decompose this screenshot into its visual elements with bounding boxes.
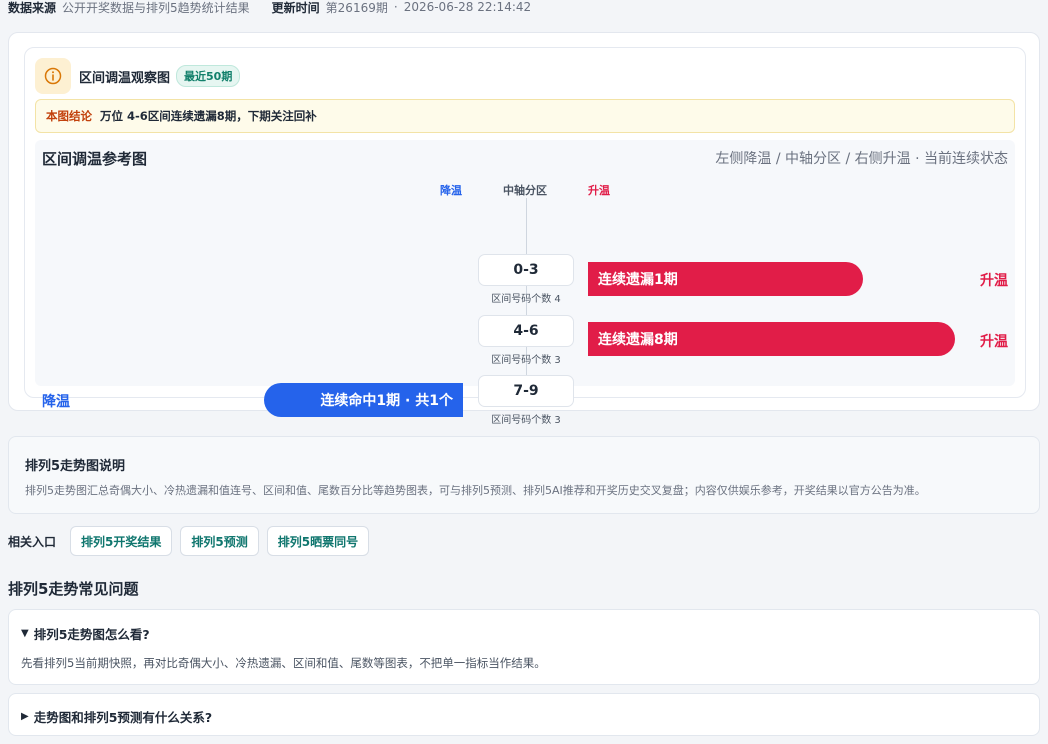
source-label: 数据来源	[8, 0, 57, 15]
collapsed-triangle-icon: ▶	[21, 711, 29, 722]
conclusion-label: 本图结论	[46, 109, 92, 123]
related-links: 相关入口 排列5开奖结果 排列5预测 排列5晒票同号	[8, 526, 377, 556]
bar-cooling-7-9: 连续命中1期 · 共1个	[264, 383, 463, 417]
period-badge: 最近50期	[176, 65, 241, 87]
tag-cooling-7-9: 降温	[42, 394, 70, 410]
card-header: 区间调温观察图 最近50期	[35, 58, 241, 94]
related-links-label: 相关入口	[8, 534, 57, 549]
faq-item-expanded[interactable]: ▼ 排列5走势图怎么看? 先看排列5当前期快照，再对比奇偶大小、冷热遗漏、区间和…	[8, 609, 1040, 685]
observation-card: 区间调温观察图 最近50期 本图结论 万位 4-6区间连续遗漏8期，下期关注回补…	[24, 47, 1026, 426]
zone-count-7-9: 区间号码个数 3	[491, 415, 561, 426]
tag-warming-0-3: 升温	[980, 273, 1008, 289]
update-issue: 第26169期	[325, 0, 388, 15]
tag-warming-4-6: 升温	[980, 334, 1008, 350]
link-prediction[interactable]: 排列5预测	[180, 526, 259, 556]
zone-count-0-3: 区间号码个数 4	[491, 294, 561, 305]
column-header-cooling: 降温	[440, 184, 462, 197]
conclusion-banner: 本图结论 万位 4-6区间连续遗漏8期，下期关注回补	[35, 99, 1015, 133]
column-header-warming: 升温	[588, 184, 610, 197]
source-value: 公开开奖数据与排列5趋势统计结果	[62, 0, 250, 15]
faq-item-collapsed[interactable]: ▶ 走势图和排列5预测有什么关系?	[8, 693, 1040, 736]
observation-panel: 区间调温观察图 最近50期 本图结论 万位 4-6区间连续遗漏8期，下期关注回补…	[8, 32, 1040, 426]
zone-box-7-9: 7-9	[478, 375, 574, 407]
faq-question-text: 排列5走势图怎么看?	[33, 627, 150, 642]
faq-question[interactable]: ▼ 排列5走势图怎么看?	[21, 624, 150, 643]
zone-count-4-6: 区间号码个数 3	[491, 355, 561, 366]
zone-chart: 区间调温参考图 左侧降温 / 中轴分区 / 右侧升温 · 当前连续状态 降温 中…	[35, 140, 1015, 426]
chart-subtitle: 左侧降温 / 中轴分区 / 右侧升温 · 当前连续状态	[715, 151, 1008, 167]
faq-answer: 先看排列5当前期快照，再对比奇偶大小、冷热遗漏、区间和值、尾数等图表，不把单一指…	[21, 656, 546, 670]
description-body: 排列5走势图汇总奇偶大小、冷热遗漏和值连号、区间和值、尾数百分比等趋势图表，可与…	[25, 484, 926, 497]
zone-box-4-6: 4-6	[478, 315, 574, 347]
link-results[interactable]: 排列5开奖结果	[70, 526, 173, 556]
zone-box-0-3: 0-3	[478, 254, 574, 286]
faq-question-text: 走势图和排列5预测有什么关系?	[33, 710, 213, 725]
update-label: 更新时间	[271, 0, 320, 15]
info-icon	[35, 58, 71, 94]
column-header-axis: 中轴分区	[503, 184, 547, 197]
chart-title: 区间调温参考图	[42, 150, 148, 168]
meta-row: 数据来源 公开开奖数据与排列5趋势统计结果 更新时间 第26169期 · 202…	[8, 0, 532, 15]
card-title: 区间调温观察图	[79, 70, 171, 86]
conclusion-text: 万位 4-6区间连续遗漏8期，下期关注回补	[100, 109, 317, 123]
bar-warming-4-6: 连续遗漏8期	[588, 322, 955, 356]
update-separator: ·	[393, 0, 398, 14]
link-ticket-share[interactable]: 排列5晒票同号	[266, 526, 370, 556]
expanded-triangle-icon: ▼	[21, 628, 29, 639]
bar-warming-0-3: 连续遗漏1期	[588, 262, 863, 296]
update-time: 2026-06-28 22:14:42	[403, 0, 532, 14]
faq-heading: 排列5走势常见问题	[8, 580, 139, 598]
faq-question[interactable]: ▶ 走势图和排列5预测有什么关系?	[21, 707, 212, 726]
description-title: 排列5走势图说明	[25, 459, 126, 474]
trend-description-card: 排列5走势图说明 排列5走势图汇总奇偶大小、冷热遗漏和值连号、区间和值、尾数百分…	[8, 436, 1040, 514]
